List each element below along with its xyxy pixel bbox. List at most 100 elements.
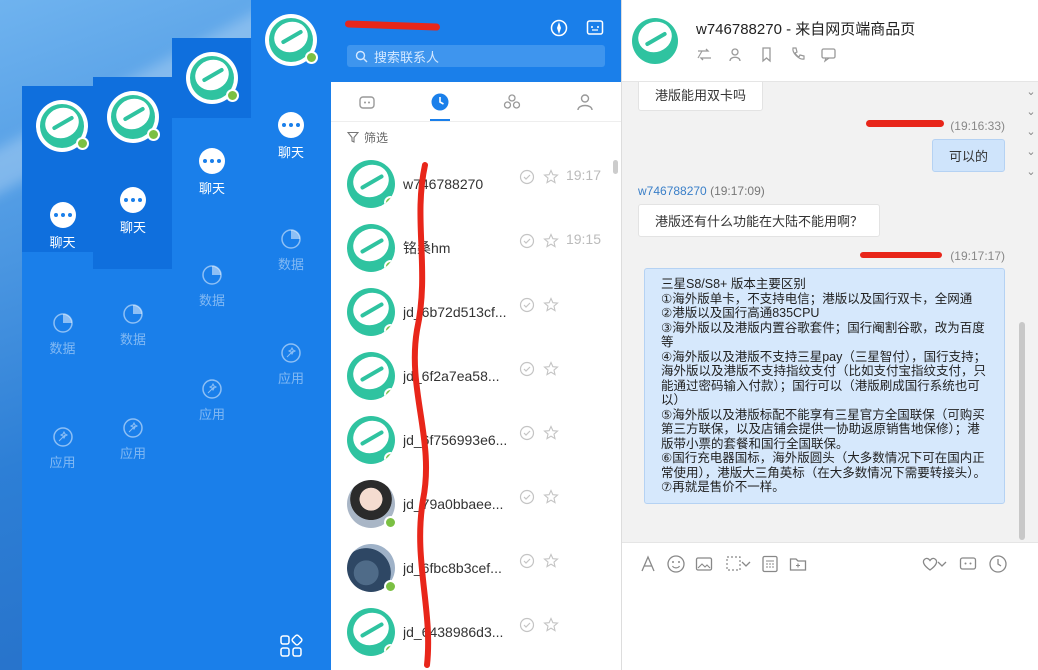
star-icon[interactable] [543, 617, 559, 633]
bookmark-icon[interactable] [758, 46, 775, 63]
sidebar-window-1: 聊天 数据 应用 [22, 86, 103, 670]
nav-data-label: 数据 [119, 332, 146, 347]
customer-avatar[interactable] [632, 18, 678, 64]
phone-icon[interactable] [789, 46, 806, 63]
contact-row[interactable]: jd_6fbc8b3cef... [331, 536, 621, 600]
chevron-down-icon[interactable]: ⌄ [1024, 122, 1038, 142]
nav-chat[interactable]: 聊天 [93, 187, 173, 236]
online-check-icon [384, 516, 397, 529]
user-avatar[interactable] [107, 91, 160, 143]
calculator-icon[interactable] [760, 554, 780, 574]
nav-data-label: 数据 [277, 257, 304, 272]
online-check-icon [384, 260, 395, 272]
nav-app-label: 应用 [198, 407, 225, 422]
chevron-down-icon[interactable] [936, 554, 948, 574]
search-input[interactable]: 搜索联系人 [347, 45, 605, 67]
chat-title: w746788270 - 来自网页端商品页 [696, 21, 916, 38]
online-check-icon [384, 388, 395, 400]
contact-row[interactable]: jd_6f756993e6... [331, 408, 621, 472]
check-circle-icon[interactable] [519, 553, 535, 569]
tab-groups[interactable] [476, 82, 549, 121]
nav-app[interactable]: 应用 [172, 378, 252, 423]
check-circle-icon[interactable] [519, 297, 535, 313]
message-line: ④海外版以及港版不支持三星pay（三星智付），国行支持；海外版以及港版不支持指纹… [661, 349, 987, 408]
tab-recent[interactable] [404, 82, 477, 121]
filter-button[interactable]: 筛选 [331, 122, 621, 152]
magic-wand-icon [52, 427, 73, 447]
folder-icon[interactable] [788, 554, 808, 574]
nav-chat[interactable]: 聊天 [251, 112, 331, 161]
check-circle-icon[interactable] [519, 617, 535, 633]
sender-name: w746788270 [638, 184, 707, 198]
more-apps-icon[interactable] [279, 634, 303, 658]
message-input[interactable] [622, 582, 1038, 670]
filter-icon [347, 131, 359, 143]
star-icon[interactable] [543, 233, 559, 249]
message-line: ②港版以及国行高通835CPU [661, 306, 820, 320]
chevron-down-icon[interactable]: ⌄ [1024, 102, 1038, 122]
history-clock-icon[interactable] [988, 554, 1008, 574]
contact-row[interactable]: jd_6438986d3... [331, 600, 621, 664]
check-circle-icon[interactable] [519, 361, 535, 377]
compass-icon[interactable] [549, 18, 569, 38]
check-circle-icon[interactable] [519, 489, 535, 505]
annotation-scribble [411, 162, 432, 668]
user-avatar[interactable] [265, 14, 318, 66]
contact-avatar [347, 608, 395, 656]
check-circle-icon[interactable] [519, 169, 535, 185]
star-icon[interactable] [543, 425, 559, 441]
tab-contacts[interactable] [549, 82, 622, 121]
contact-row[interactable]: 铭桑hm 19:15 [331, 216, 621, 280]
star-icon[interactable] [543, 553, 559, 569]
main-sidebar: 聊天 数据 应用 [251, 0, 331, 670]
star-icon[interactable] [543, 361, 559, 377]
redaction-mark [866, 120, 944, 127]
nav-app[interactable]: 应用 [93, 417, 173, 462]
online-check-icon [384, 196, 395, 208]
star-icon[interactable] [543, 169, 559, 185]
nav-data[interactable]: 数据 [251, 228, 331, 273]
nav-chat[interactable]: 聊天 [172, 148, 252, 197]
comment-icon[interactable] [820, 46, 837, 63]
contact-list-scrollbar[interactable] [613, 160, 618, 174]
contact-row[interactable]: jd_6f2a7ea58... [331, 344, 621, 408]
contact-avatar [347, 416, 395, 464]
nav-data[interactable]: 数据 [93, 303, 173, 348]
check-circle-icon[interactable] [519, 233, 535, 249]
online-check-icon [384, 580, 397, 593]
tab-sessions-bot[interactable] [331, 82, 404, 121]
nav-app-label: 应用 [277, 371, 304, 386]
check-circle-icon[interactable] [519, 425, 535, 441]
user-avatar[interactable] [36, 100, 89, 152]
online-check-icon [305, 51, 318, 64]
nav-app[interactable]: 应用 [251, 342, 331, 387]
contact-row[interactable]: jd_79a0bbaee... [331, 472, 621, 536]
contact-row[interactable]: w746788270 19:17 [331, 152, 621, 216]
message-line: ⑦再就是售价不一样。 [661, 480, 785, 494]
pie-chart-icon [281, 229, 301, 249]
user-avatar[interactable] [186, 52, 239, 104]
emoji-icon[interactable] [666, 554, 686, 574]
message-bubble-customer: 港版还有什么功能在大陆不能用啊？ [638, 204, 881, 237]
redaction-mark [860, 252, 942, 258]
image-icon[interactable] [694, 554, 714, 574]
chevron-down-icon[interactable]: ⌄ [1024, 162, 1038, 182]
star-icon[interactable] [543, 489, 559, 505]
chevron-down-icon[interactable] [740, 554, 752, 574]
nav-data[interactable]: 数据 [172, 264, 252, 309]
font-icon[interactable] [638, 554, 658, 574]
chevron-down-icon[interactable]: ⌄ [1024, 142, 1038, 162]
contact-row[interactable]: jd_6b72d513cf... [331, 280, 621, 344]
quick-reply-icon[interactable] [958, 554, 978, 574]
transfer-icon[interactable] [696, 46, 713, 63]
clock-icon [431, 93, 449, 110]
chevron-down-icon[interactable]: ⌄ [1024, 82, 1038, 102]
group-icon [504, 93, 521, 109]
nav-data[interactable]: 数据 [22, 312, 103, 357]
nav-chat[interactable]: 聊天 [22, 196, 103, 256]
nav-app[interactable]: 应用 [22, 426, 103, 471]
user-profile-icon[interactable] [727, 46, 744, 63]
sidebar-window-3: 聊天 数据 应用 [172, 38, 252, 670]
star-icon[interactable] [543, 297, 559, 313]
message-box-icon[interactable] [585, 18, 605, 38]
